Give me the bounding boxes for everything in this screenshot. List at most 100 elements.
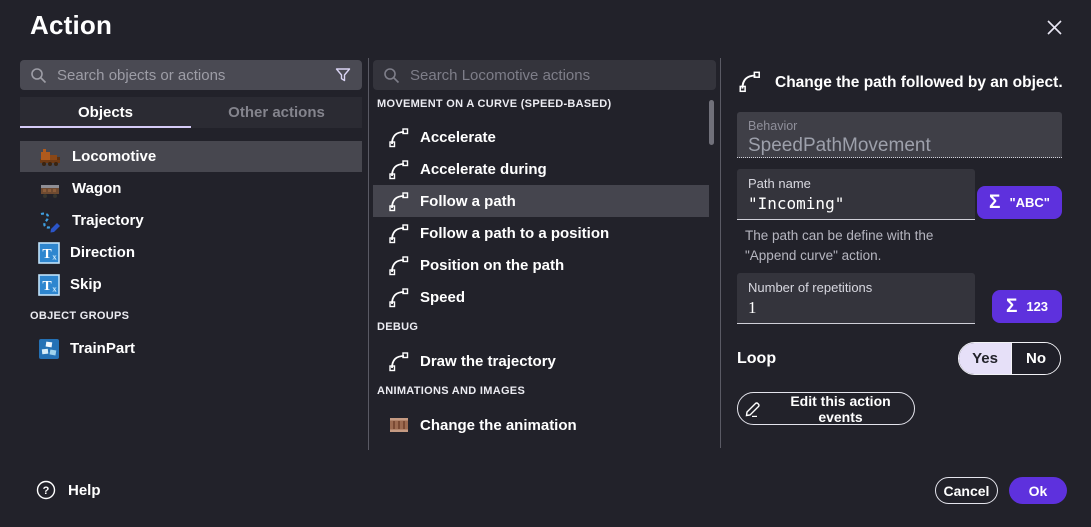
object-groups-header: OBJECT GROUPS [30, 310, 129, 322]
path-curve-icon [387, 157, 411, 181]
action-label: Draw the trajectory [420, 353, 556, 370]
object-tabs: Objects Other actions [20, 97, 362, 128]
tab-other-actions-label: Other actions [228, 104, 325, 121]
help-label: Help [68, 482, 101, 499]
action-label: Position on the path [420, 257, 564, 274]
edit-action-events-label: Edit this action events [773, 393, 908, 425]
panel-divider [720, 58, 721, 448]
objects-search-bar [20, 60, 362, 90]
group-label: TrainPart [70, 340, 135, 357]
object-row-locomotive[interactable]: Locomotive [20, 141, 362, 172]
object-row-trainpart[interactable]: TrainPart [20, 333, 362, 364]
tab-objects-label: Objects [78, 104, 133, 121]
loop-no-option[interactable]: No [1011, 343, 1060, 374]
object-label: Trajectory [72, 212, 144, 229]
path-curve-icon [387, 221, 411, 245]
cancel-button-label: Cancel [944, 483, 990, 499]
object-row-direction[interactable]: T x Direction [20, 237, 362, 268]
behavior-field-label: Behavior [748, 119, 1051, 133]
num-button-label: 123 [1026, 299, 1048, 314]
scrollbar-thumb[interactable] [709, 100, 714, 145]
action-label: Accelerate [420, 129, 496, 146]
repetitions-field-label: Number of repetitions [748, 280, 964, 295]
wagon-icon [38, 178, 62, 200]
tab-other-actions[interactable]: Other actions [191, 97, 362, 128]
text-object-icon: T x [38, 274, 60, 296]
path-name-field: Path name [737, 169, 975, 220]
action-row-speed[interactable]: Speed [373, 281, 709, 313]
action-dialog: Action Objects Other actions Locomot [0, 0, 1091, 527]
object-label: Skip [70, 276, 102, 293]
action-description: Change the path followed by an object. [775, 74, 1065, 92]
object-label: Direction [70, 244, 135, 261]
section-header-animations: ANIMATIONS AND IMAGES [377, 385, 525, 397]
ok-button-label: Ok [1029, 483, 1048, 499]
path-curve-icon [387, 189, 411, 213]
search-icon [383, 67, 400, 84]
behavior-field-value: SpeedPathMovement [748, 135, 1051, 157]
objects-search-input[interactable] [55, 66, 326, 85]
svg-text:T: T [42, 247, 52, 262]
section-header-movement: MOVEMENT ON A CURVE (SPEED-BASED) [377, 98, 611, 110]
svg-text:?: ? [43, 485, 50, 497]
abc-button-label: "ABC" [1009, 195, 1050, 210]
path-hint-text: The path can be define with the "Append … [745, 226, 970, 266]
path-curve-icon [387, 253, 411, 277]
object-group-icon [38, 338, 60, 360]
action-row-follow-a-path-to-position[interactable]: Follow a path to a position [373, 217, 709, 249]
actions-search-bar [373, 60, 716, 90]
object-row-trajectory[interactable]: Trajectory [20, 205, 362, 236]
action-row-follow-a-path[interactable]: Follow a path [373, 185, 709, 217]
loop-yes-option[interactable]: Yes [959, 343, 1011, 374]
cancel-button[interactable]: Cancel [935, 477, 998, 504]
page-title: Action [30, 10, 112, 41]
action-row-accelerate-during[interactable]: Accelerate during [373, 153, 709, 185]
action-row-position-on-path[interactable]: Position on the path [373, 249, 709, 281]
action-label: Accelerate during [420, 161, 547, 178]
sigma-icon: Σ [1006, 296, 1017, 318]
ok-button[interactable]: Ok [1009, 477, 1067, 504]
tab-objects[interactable]: Objects [20, 97, 191, 128]
trajectory-icon [38, 209, 62, 233]
search-icon [30, 67, 47, 84]
expression-builder-abc-button[interactable]: Σ "ABC" [977, 186, 1062, 219]
path-curve-icon [387, 125, 411, 149]
sigma-icon: Σ [989, 192, 1000, 214]
object-label: Wagon [72, 180, 121, 197]
behavior-field: Behavior SpeedPathMovement [737, 112, 1062, 158]
object-row-skip[interactable]: T x Skip [20, 269, 362, 300]
object-row-wagon[interactable]: Wagon [20, 173, 362, 204]
action-row-change-animation[interactable]: Change the animation [373, 409, 709, 441]
action-label: Follow a path [420, 193, 516, 210]
action-row-accelerate[interactable]: Accelerate [373, 121, 709, 153]
close-icon[interactable] [1044, 17, 1065, 38]
path-name-field-label: Path name [748, 176, 964, 191]
actions-search-input[interactable] [408, 66, 706, 85]
panel-divider [368, 58, 369, 450]
loop-label: Loop [737, 350, 776, 368]
action-label: Change the animation [420, 417, 577, 434]
pencil-icon [744, 400, 763, 417]
path-name-input[interactable] [748, 194, 964, 213]
expression-builder-123-button[interactable]: Σ 123 [992, 290, 1062, 323]
path-curve-icon [387, 349, 411, 373]
loop-yes-label: Yes [972, 350, 998, 367]
text-object-icon: T x [38, 242, 60, 264]
svg-text:T: T [42, 279, 52, 294]
action-label: Follow a path to a position [420, 225, 609, 242]
repetitions-input[interactable] [748, 298, 964, 318]
help-icon: ? [36, 480, 56, 500]
section-header-debug: DEBUG [377, 321, 418, 333]
loop-no-label: No [1026, 350, 1046, 367]
path-curve-icon [737, 68, 763, 94]
object-label: Locomotive [72, 148, 156, 165]
animation-icon [387, 415, 411, 435]
locomotive-icon [38, 146, 62, 168]
repetitions-field: Number of repetitions [737, 273, 975, 324]
filter-icon[interactable] [334, 66, 352, 84]
help-button[interactable]: ? Help [36, 480, 101, 500]
path-curve-icon [387, 285, 411, 309]
loop-toggle: Yes No [958, 342, 1061, 375]
action-row-draw-trajectory[interactable]: Draw the trajectory [373, 345, 709, 377]
edit-action-events-button[interactable]: Edit this action events [737, 392, 915, 425]
